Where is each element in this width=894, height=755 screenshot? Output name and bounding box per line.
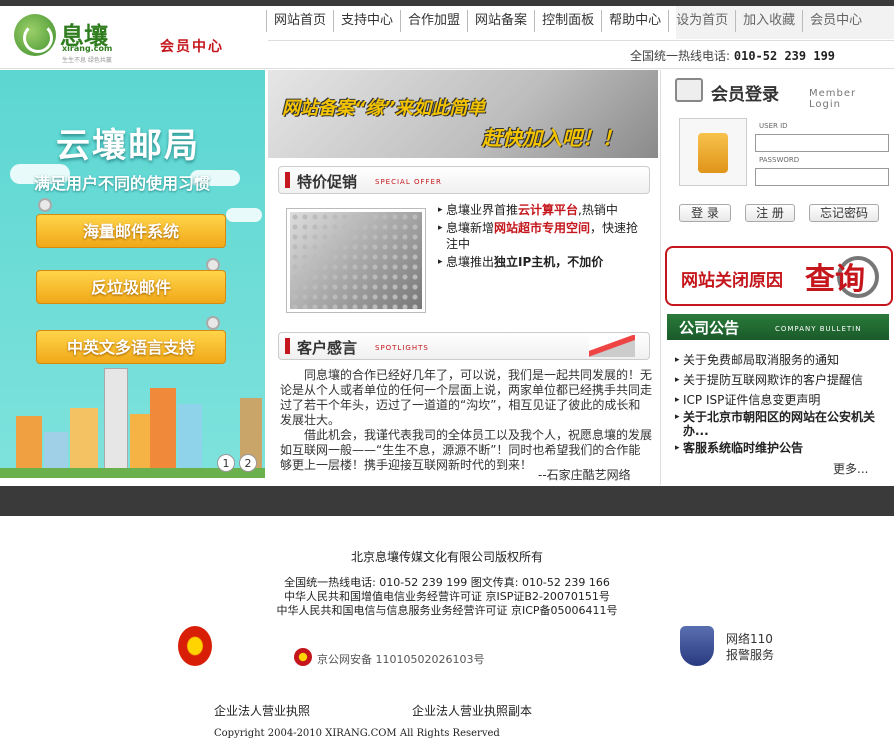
special-offer-header: 特价促销 SPECIAL OFFER	[278, 166, 650, 194]
net110-label: 网络110	[726, 632, 773, 646]
member-center-title: 会员中心	[160, 39, 224, 55]
copyright: Copyright 2004-2010 XIRANG.COM All Right…	[214, 728, 500, 739]
nav-member-center[interactable]: 会员中心	[802, 10, 869, 32]
password-input[interactable]	[755, 168, 889, 186]
member-icon	[675, 78, 703, 102]
nav-icp-filing[interactable]: 网站备案	[467, 10, 534, 32]
user-id-label: USER ID	[759, 122, 788, 130]
spotlights-header: 客户感言 SPOTLIGHTS	[278, 332, 650, 360]
promo-item[interactable]: 息壤新增网站超市专用空间，快速抢注中	[438, 220, 648, 252]
section-bar	[285, 338, 290, 354]
pen-icon	[589, 335, 635, 357]
promo-image[interactable]	[286, 208, 426, 313]
testimonial-text: 同息壤的合作已经好几年了，可以说，我们是一起共同发展的！无论是从个人或者单位的任…	[280, 368, 652, 473]
register-button[interactable]: 注 册	[745, 204, 795, 222]
bulletin-item[interactable]: 关于北京市朝阳区的网站在公安机关办...	[675, 410, 889, 438]
testimonial-signature: --石家庄酷艺网络	[538, 468, 631, 482]
query-banner-big: 查询	[805, 262, 865, 297]
key-icon	[679, 118, 747, 186]
login-button[interactable]: 登 录	[679, 204, 731, 222]
banner-line1: 网站备案“缘”来如此简单	[282, 98, 486, 119]
nav-divider	[268, 40, 894, 41]
password-label: PASSWORD	[759, 156, 800, 164]
banner-page-2[interactable]: 2	[239, 454, 257, 472]
main-nav: 网站首页 支持中心 合作加盟 网站备案 控制面板 帮助中心 设为首页 加入收藏 …	[266, 6, 869, 36]
bulletin-item[interactable]: ICP ISP证件信息变更声明	[675, 390, 889, 410]
banner-pagination: 1 2	[217, 454, 257, 472]
login-title: 会员登录	[711, 85, 779, 105]
login-title-en: Member Login	[809, 88, 857, 110]
logo[interactable]: 息壤 xirang.com 生生不息 绿色共赢	[14, 14, 134, 64]
banner-feature-antispam: 反垃圾邮件	[36, 270, 226, 304]
nav-home[interactable]: 网站首页	[266, 10, 333, 32]
banner-feature-mail: 海量邮件系统	[36, 214, 226, 248]
logo-domain: xirang.com	[62, 44, 113, 53]
pin-icon	[38, 198, 52, 212]
footer: 北京息壤传媒文化有限公司版权所有 全国统一热线电话: 010-52 239 19…	[0, 516, 894, 755]
national-emblem-icon[interactable]	[178, 626, 212, 666]
special-offer-title: 特价促销	[297, 173, 358, 191]
section-bar	[285, 172, 290, 188]
bulletin-item[interactable]: 客服系统临时维护公告	[675, 438, 889, 458]
nav-partner[interactable]: 合作加盟	[400, 10, 467, 32]
cloud-decoration	[226, 208, 262, 222]
bulletin-title: 公司公告	[679, 319, 740, 337]
footer-license2: 中华人民共和国电信与信息服务业务经营许可证 京ICP备05006411号	[276, 604, 618, 617]
testimonial-para1: 同息壤的合作已经好几年了，可以说，我们是一起共同发展的！无论是从个人或者单位的任…	[280, 368, 653, 427]
nav-help[interactable]: 帮助中心	[601, 10, 668, 32]
net110-service: 报警服务	[726, 648, 775, 662]
police-badge-icon	[294, 648, 312, 666]
pin-icon	[206, 316, 220, 330]
banner-line2: 赶快加入吧！！	[482, 126, 622, 150]
site-close-query-banner[interactable]: 网站关闭原因 查询	[665, 246, 893, 306]
net110-badge-icon[interactable]	[680, 626, 714, 666]
bulletin-title-en: COMPANY BULLETIN	[775, 325, 862, 333]
footer-company: 北京息壤传媒文化有限公司版权所有	[350, 550, 543, 564]
biz-license-link[interactable]: 企业法人营业执照	[214, 702, 310, 719]
header-divider	[0, 68, 894, 69]
banner-subtitle: 满足用户不同的使用习惯	[34, 174, 211, 193]
main-content: 网站备案“缘”来如此简单 赶快加入吧！！ 特价促销 SPECIAL OFFER …	[268, 70, 658, 485]
mail-banner[interactable]: 云壤邮局 满足用户不同的使用习惯 海量邮件系统 反垃圾邮件 中英文多语言支持 1…	[0, 70, 265, 478]
nav-add-favorite[interactable]: 加入收藏	[735, 10, 802, 32]
promo-item[interactable]: 息壤业界首推云计算平台,热销中	[438, 202, 648, 218]
login-form: USER ID PASSWORD	[679, 118, 889, 192]
logo-icon	[14, 14, 56, 56]
special-offer-title-en: SPECIAL OFFER	[375, 178, 442, 186]
bulletin-more-link[interactable]: 更多...	[833, 460, 868, 477]
nav-set-homepage[interactable]: 设为首页	[668, 10, 735, 32]
hotline-label: 全国统一热线电话:	[630, 49, 731, 63]
hotline: 全国统一热线电话: 010-52 239 199	[630, 47, 835, 64]
user-id-input[interactable]	[755, 134, 889, 152]
logo-slogan: 生生不息 绿色共赢	[62, 57, 112, 64]
banner-title: 云壤邮局	[56, 126, 200, 166]
footer-divider-bar	[0, 486, 894, 516]
spotlights-title: 客户感言	[297, 339, 358, 357]
query-banner-text: 网站关闭原因	[681, 271, 783, 291]
icp-filing-banner[interactable]: 网站备案“缘”来如此简单 赶快加入吧！！	[268, 70, 658, 158]
promo-item[interactable]: 息壤推出独立IP主机，不加价	[438, 254, 648, 270]
forgot-password-button[interactable]: 忘记密码	[809, 204, 879, 222]
bulletin-item[interactable]: 关于提防互联网欺诈的客户提醒信	[675, 370, 889, 390]
bulletin-header: 公司公告 COMPANY BULLETIN	[667, 314, 889, 340]
login-header: 会员登录 Member Login	[675, 74, 891, 110]
spotlights-title-en: SPOTLIGHTS	[375, 344, 429, 352]
promo-list: 息壤业界首推云计算平台,热销中 息壤新增网站超市专用空间，快速抢注中 息壤推出独…	[438, 202, 648, 272]
police-record[interactable]: 京公网安备 11010502026103号	[317, 651, 484, 667]
biz-license-copy-link[interactable]: 企业法人营业执照副本	[412, 702, 532, 719]
nav-support[interactable]: 支持中心	[333, 10, 400, 32]
sidebar-right: 会员登录 Member Login USER ID PASSWORD 登 录 注…	[660, 70, 894, 485]
nav-control-panel[interactable]: 控制面板	[534, 10, 601, 32]
bulletin-item[interactable]: 关于免费邮局取消服务的通知	[675, 350, 889, 370]
banner-page-1[interactable]: 1	[217, 454, 235, 472]
hotline-number: 010-52 239 199	[733, 49, 836, 63]
bulletin-list: 关于免费邮局取消服务的通知 关于提防互联网欺诈的客户提醒信 ICP ISP证件信…	[675, 350, 889, 458]
